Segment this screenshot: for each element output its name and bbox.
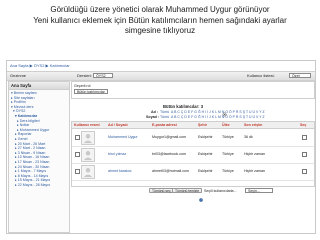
table-row: birol yılmaz brl03@facebook.com Eskişehi… bbox=[72, 146, 314, 164]
last-name-filter-all[interactable]: Tümü bbox=[160, 115, 169, 119]
sidebar-item[interactable]: ▸ 22 Mayıs - 28 Mayıs bbox=[11, 183, 67, 188]
user-country: Türkiye bbox=[222, 152, 234, 156]
first-name-filter-all[interactable]: Tümü bbox=[160, 110, 169, 114]
courses-label: Dersleri: bbox=[77, 73, 92, 78]
user-name[interactable]: birol yılmaz bbox=[108, 152, 126, 156]
main-content: Geçerli rol Bütün katılımcılar Bütün kat… bbox=[71, 81, 315, 231]
avatar[interactable] bbox=[81, 164, 95, 179]
user-city: Eskişehir bbox=[198, 152, 213, 156]
avatar[interactable] bbox=[81, 147, 95, 162]
first-name-letters[interactable]: A B C Ç D E F G Ğ H I İ J K L M N O Ö P … bbox=[171, 110, 265, 114]
row-checkbox[interactable] bbox=[75, 169, 80, 174]
user-email: Muygur1@gmail.com bbox=[152, 135, 187, 139]
navigation-label: Gezinme bbox=[10, 73, 27, 78]
column-header-country[interactable]: Ülke bbox=[222, 123, 230, 127]
user-city: Eskişehir bbox=[198, 135, 213, 139]
breadcrumb[interactable]: Ana Sayfa ▶ ÖYS2 ▶ Katılımcılar bbox=[10, 63, 70, 68]
role-select[interactable]: Bütün katılımcılar bbox=[74, 89, 108, 94]
user-list-label: Kullanıcı listesi: bbox=[247, 73, 275, 78]
select-all-button[interactable]: Tümünü seç bbox=[149, 188, 174, 193]
caption-line-2: Yeni kullanıcı eklemek için Bütün katılı… bbox=[33, 15, 287, 25]
column-header-city[interactable]: Şehir bbox=[198, 123, 207, 127]
table-row: ahmet karakoc ahmet03@hotmail.com Eskişe… bbox=[72, 163, 314, 181]
course-select[interactable]: ÖYS2 bbox=[93, 73, 113, 78]
moodle-screenshot: Ana Sayfa ▶ ÖYS2 ▶ Katılımcılar Gezinme … bbox=[6, 60, 316, 234]
column-header-email[interactable]: E-posta adresi bbox=[152, 123, 177, 127]
caption: Görüldüğü üzere yönetici olarak Muhammed… bbox=[0, 5, 320, 37]
settings-gear-icon[interactable] bbox=[222, 104, 227, 117]
first-name-filter-label: Ad : bbox=[151, 110, 158, 114]
participant-count: Bütün katılımcılar: 3 bbox=[163, 104, 204, 109]
row-select-checkbox[interactable] bbox=[302, 169, 307, 174]
help-icon[interactable]: ? bbox=[199, 189, 203, 202]
with-selected-label: Seçili kullanıcılarla... bbox=[204, 188, 237, 193]
table-row: Muhammed Uygur Muygur1@gmail.com Eskişeh… bbox=[72, 129, 314, 147]
row-checkbox[interactable] bbox=[75, 135, 80, 140]
caption-line-3: simgesine tıklıyoruz bbox=[124, 26, 196, 35]
user-country: Türkiye bbox=[222, 135, 234, 139]
user-last-access: Hiçbir zaman bbox=[244, 152, 265, 156]
participants-table: Kullanıcı resmi Ad / Soyadı E-posta adre… bbox=[71, 121, 315, 187]
column-header-last-access[interactable]: Son erişim bbox=[244, 123, 262, 127]
sidebar-title: Ana Sayfa bbox=[9, 82, 69, 90]
user-email: ahmet03@hotmail.com bbox=[152, 169, 190, 173]
last-name-filter-label: Soyad : bbox=[146, 115, 159, 119]
avatar[interactable] bbox=[81, 130, 95, 145]
user-list-select[interactable]: Özet bbox=[289, 73, 311, 78]
row-checkbox[interactable] bbox=[75, 152, 80, 157]
deselect-all-button[interactable]: Tümünü temizle bbox=[172, 188, 203, 193]
table-header: Kullanıcı resmi Ad / Soyadı E-posta adre… bbox=[72, 122, 314, 129]
row-select-checkbox[interactable] bbox=[302, 135, 307, 140]
role-panel: Geçerli rol Bütün katılımcılar bbox=[71, 81, 315, 99]
user-name[interactable]: Muhammed Uygur bbox=[108, 135, 138, 139]
user-city: Eskişehir bbox=[198, 169, 213, 173]
user-last-access: 36 dk bbox=[244, 135, 253, 139]
with-selected-select[interactable]: Seçin... bbox=[245, 188, 273, 193]
user-name[interactable]: ahmet karakoc bbox=[108, 169, 132, 173]
column-header-name[interactable]: Ad / Soyadı bbox=[108, 123, 128, 127]
user-last-access: Hiçbir zaman bbox=[244, 169, 265, 173]
role-label: Geçerli rol bbox=[74, 83, 91, 88]
caption-line-1: Görüldüğü üzere yönetici olarak Muhammed… bbox=[50, 5, 270, 14]
column-header-picture[interactable]: Kullanıcı resmi bbox=[74, 123, 100, 127]
column-header-select: Seç bbox=[300, 123, 307, 127]
row-select-checkbox[interactable] bbox=[302, 152, 307, 157]
user-email: brl03@facebook.com bbox=[152, 152, 187, 156]
top-bar: Gezinme Dersleri: ÖYS2 Kullanıcı listesi… bbox=[7, 71, 315, 81]
last-name-letters[interactable]: A B C Ç D E F G Ğ H I İ J K L M N O Ö P … bbox=[171, 115, 265, 119]
user-country: Türkiye bbox=[222, 169, 234, 173]
navigation-sidebar: Ana Sayfa ▾ Benim sayfam ▸ Site sayfalar… bbox=[8, 81, 70, 233]
